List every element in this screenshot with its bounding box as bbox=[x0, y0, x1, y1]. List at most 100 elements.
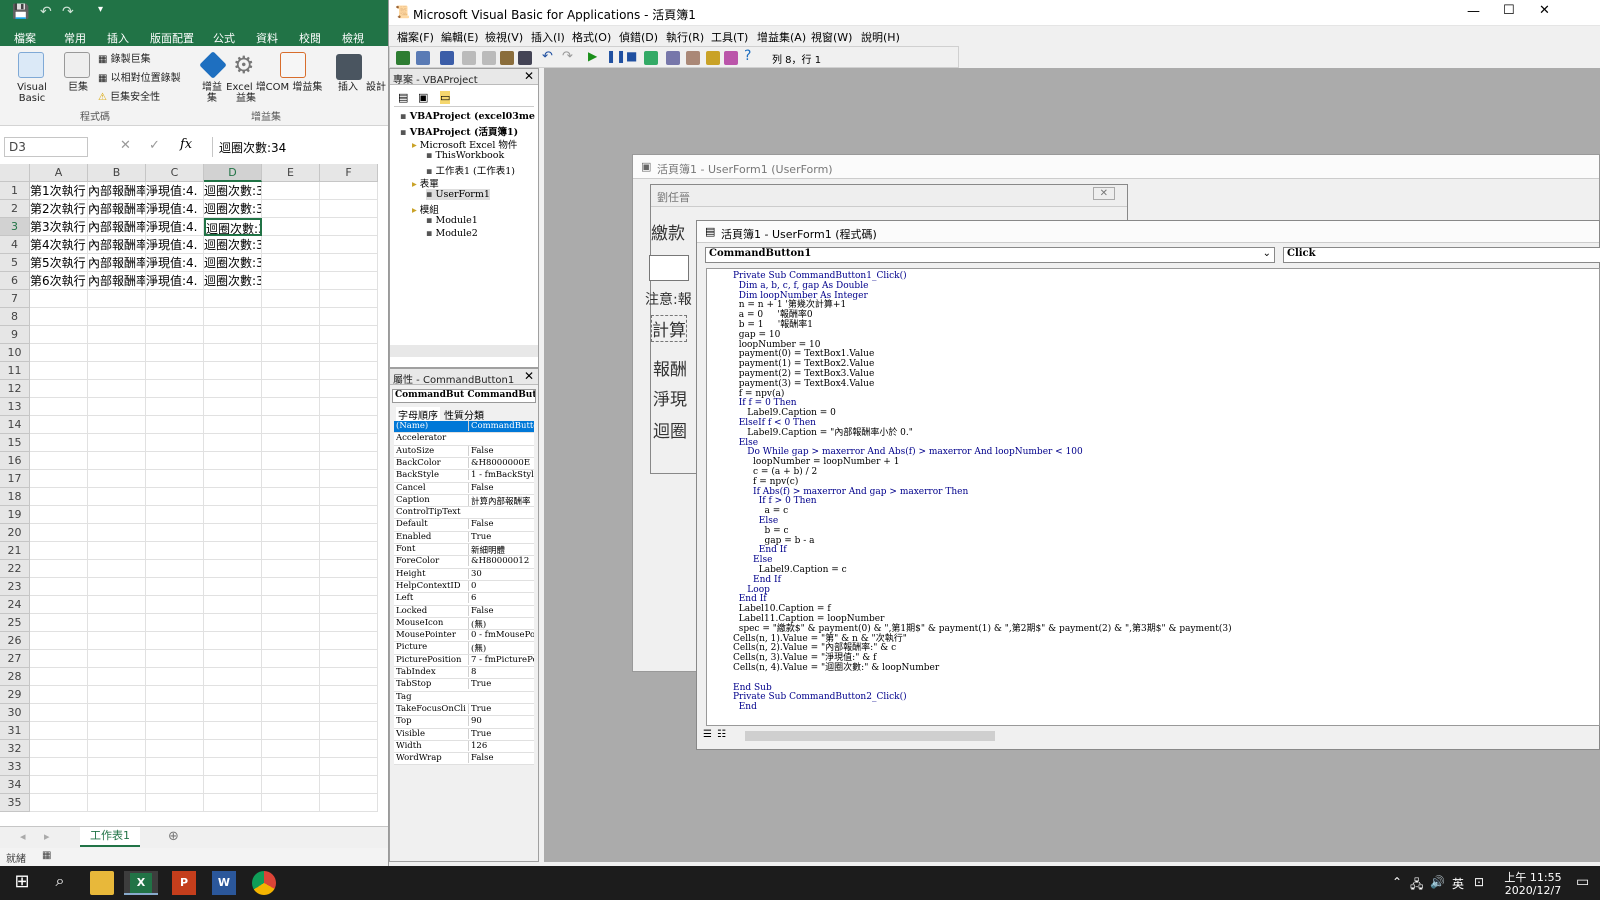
save-icon[interactable] bbox=[440, 51, 454, 65]
cell-A15[interactable] bbox=[30, 434, 88, 452]
record-macro-button[interactable]: ▦ 錄製巨集 bbox=[98, 54, 151, 65]
cell-C25[interactable] bbox=[146, 614, 204, 632]
cell-E14[interactable] bbox=[262, 416, 320, 434]
menu-7[interactable]: 工具(T) bbox=[711, 29, 748, 45]
row-header-28[interactable]: 28 bbox=[0, 668, 30, 686]
property-row[interactable]: Accelerator bbox=[394, 433, 534, 446]
property-row[interactable]: Default False bbox=[394, 519, 534, 532]
cell-E22[interactable] bbox=[262, 560, 320, 578]
cell-D10[interactable] bbox=[204, 344, 262, 362]
view-object-icon[interactable]: ▣ bbox=[418, 91, 428, 104]
cell-B2[interactable]: 內部報酬率: bbox=[88, 200, 146, 218]
tab-review[interactable]: 校閱 bbox=[299, 30, 321, 46]
row-header-29[interactable]: 29 bbox=[0, 686, 30, 704]
code-line[interactable]: Private Sub CommandButton1_Click() bbox=[733, 271, 907, 281]
cell-A22[interactable] bbox=[30, 560, 88, 578]
com-addins-button[interactable]: COM 增益集 bbox=[264, 82, 324, 93]
cell-D27[interactable] bbox=[204, 650, 262, 668]
property-row[interactable]: (Name) CommandButto bbox=[394, 421, 534, 434]
cell-F13[interactable] bbox=[320, 398, 378, 416]
word-icon[interactable]: W bbox=[212, 871, 236, 895]
cell-D29[interactable] bbox=[204, 686, 262, 704]
tree-node-7[interactable]: ▸ 模組 bbox=[412, 202, 439, 216]
cell-E19[interactable] bbox=[262, 506, 320, 524]
insert-control-button[interactable]: 插入 bbox=[334, 82, 362, 93]
cell-B21[interactable] bbox=[88, 542, 146, 560]
code-line[interactable]: Cells(n, 2).Value = "內部報酬率:" & c bbox=[733, 643, 896, 653]
cell-E21[interactable] bbox=[262, 542, 320, 560]
cell-E4[interactable] bbox=[262, 236, 320, 254]
cell-A35[interactable] bbox=[30, 794, 88, 812]
cell-C23[interactable] bbox=[146, 578, 204, 596]
code-line[interactable]: c = (a + b) / 2 bbox=[733, 467, 817, 477]
cell-B7[interactable] bbox=[88, 290, 146, 308]
cell-F33[interactable] bbox=[320, 758, 378, 776]
property-row[interactable]: TakeFocusOnClickTrue bbox=[394, 703, 534, 717]
cell-C10[interactable] bbox=[146, 344, 204, 362]
cell-E31[interactable] bbox=[262, 722, 320, 740]
visual-basic-icon[interactable] bbox=[18, 52, 44, 78]
cell-B27[interactable] bbox=[88, 650, 146, 668]
cell-E10[interactable] bbox=[262, 344, 320, 362]
row-header-19[interactable]: 19 bbox=[0, 506, 30, 524]
menu-1[interactable]: 編輯(E) bbox=[441, 29, 479, 45]
code-line[interactable]: If f = 0 Then bbox=[733, 398, 797, 408]
cell-D35[interactable] bbox=[204, 794, 262, 812]
procedure-dropdown[interactable]: Click bbox=[1283, 247, 1600, 263]
properties-icon[interactable] bbox=[686, 51, 700, 65]
code-line[interactable]: Private Sub CommandButton2_Click() bbox=[733, 692, 907, 702]
property-row[interactable]: Left 6 bbox=[394, 593, 534, 606]
property-row[interactable]: BackColor &H8000000E bbox=[394, 457, 534, 471]
cell-D12[interactable] bbox=[204, 380, 262, 398]
visual-basic-button[interactable]: Visual Basic bbox=[4, 82, 60, 104]
cell-E24[interactable] bbox=[262, 596, 320, 614]
menu-9[interactable]: 視窗(W) bbox=[811, 29, 852, 45]
cell-D31[interactable] bbox=[204, 722, 262, 740]
cell-F4[interactable] bbox=[320, 236, 378, 254]
code-line[interactable]: Cells(n, 3).Value = "淨現值:" & f bbox=[733, 653, 876, 663]
macro-record-icon[interactable]: ▦ bbox=[42, 850, 51, 861]
tray-chevron-icon[interactable]: ⌃ bbox=[1392, 875, 1402, 889]
tree-node-3[interactable]: ▪ ThisWorkbook bbox=[426, 150, 504, 161]
cut-icon[interactable] bbox=[462, 51, 476, 65]
code-line[interactable]: Else bbox=[733, 516, 778, 526]
cell-E18[interactable] bbox=[262, 488, 320, 506]
object-browser-icon[interactable] bbox=[706, 51, 720, 65]
cell-F28[interactable] bbox=[320, 668, 378, 686]
cell-F15[interactable] bbox=[320, 434, 378, 452]
column-header-A[interactable]: A bbox=[30, 164, 88, 182]
chrome-icon[interactable] bbox=[252, 871, 276, 895]
project-close-icon[interactable]: ✕ bbox=[524, 69, 534, 83]
property-row[interactable]: ControlTipText bbox=[394, 507, 534, 520]
maximize-icon[interactable]: ☐ bbox=[1503, 3, 1515, 18]
gear-icon[interactable]: ⚙ bbox=[233, 52, 259, 78]
excel-addins-button[interactable]: Excel 增益集 bbox=[226, 82, 266, 104]
code-line[interactable]: f = npv(a) bbox=[733, 389, 785, 399]
cell-C26[interactable] bbox=[146, 632, 204, 650]
cell-F20[interactable] bbox=[320, 524, 378, 542]
cell-D28[interactable] bbox=[204, 668, 262, 686]
cell-A23[interactable] bbox=[30, 578, 88, 596]
cell-A11[interactable] bbox=[30, 362, 88, 380]
cell-E13[interactable] bbox=[262, 398, 320, 416]
cell-B31[interactable] bbox=[88, 722, 146, 740]
cell-C32[interactable] bbox=[146, 740, 204, 758]
cell-B13[interactable] bbox=[88, 398, 146, 416]
redo-icon[interactable]: ↷ bbox=[62, 4, 74, 20]
code-line[interactable]: Else bbox=[733, 555, 772, 565]
cell-C8[interactable] bbox=[146, 308, 204, 326]
code-line[interactable]: ElseIf f < 0 Then bbox=[733, 418, 816, 428]
code-line[interactable]: b = 1 '報酬率1 bbox=[733, 320, 813, 330]
label-payment[interactable]: 繳款 bbox=[651, 219, 685, 244]
menu-2[interactable]: 檢視(V) bbox=[485, 29, 523, 45]
cell-D22[interactable] bbox=[204, 560, 262, 578]
cell-D2[interactable]: 迴圈次數:34 bbox=[204, 200, 262, 218]
cell-A27[interactable] bbox=[30, 650, 88, 668]
cell-D34[interactable] bbox=[204, 776, 262, 794]
column-header-E[interactable]: E bbox=[262, 164, 320, 182]
project-explorer-icon[interactable] bbox=[666, 51, 680, 65]
cell-E2[interactable] bbox=[262, 200, 320, 218]
windows-start-icon[interactable]: ⊞ bbox=[10, 871, 34, 895]
property-row[interactable]: BackStyle 1 - fmBackStyle bbox=[394, 470, 534, 483]
cell-B19[interactable] bbox=[88, 506, 146, 524]
